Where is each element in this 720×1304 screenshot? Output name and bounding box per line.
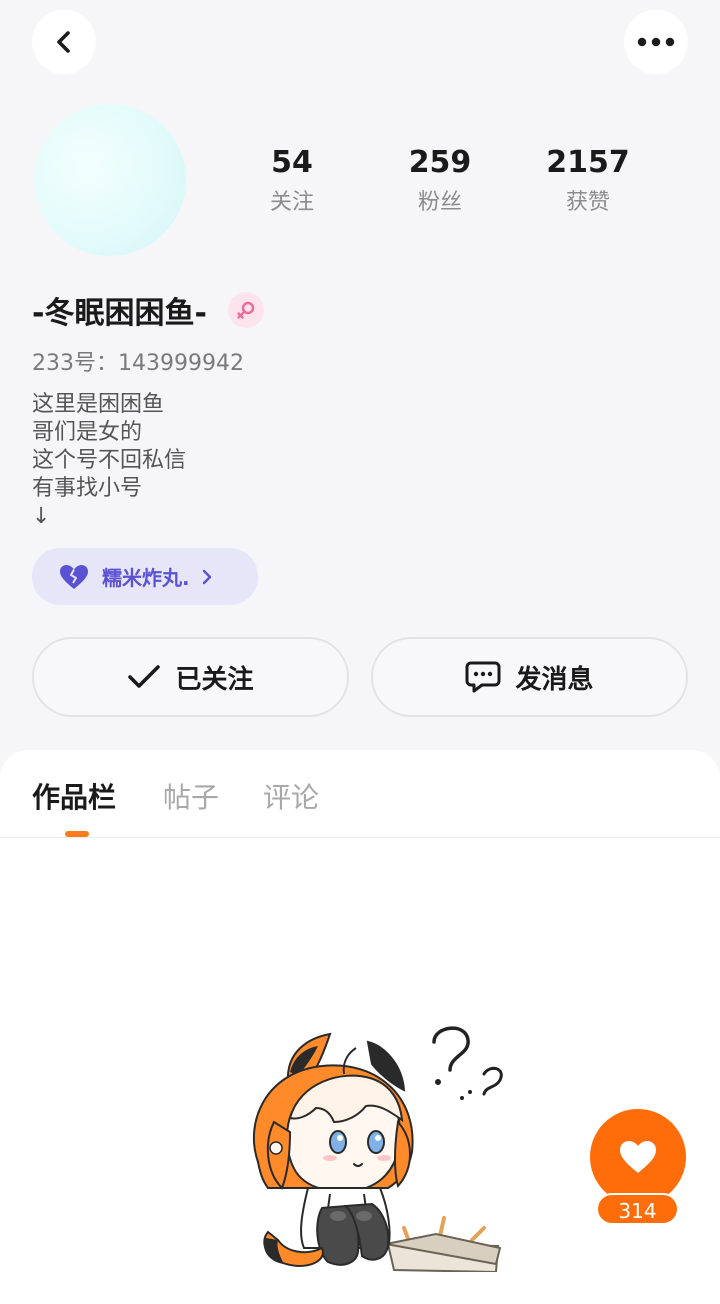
tab-comments[interactable]: 评论 (263, 776, 319, 816)
like-count-badge: 314 (596, 1193, 679, 1225)
gender-badge (228, 292, 264, 328)
stat-likes-label: 获赞 (565, 190, 610, 215)
tab-bar: 作品栏 帖子 评论 (0, 750, 720, 838)
bio-line: ↓ (32, 504, 51, 529)
stat-followers-count: 259 (408, 145, 472, 180)
group-name: 糯米炸丸. (102, 566, 190, 590)
stat-following-count: 54 (271, 145, 313, 180)
stat-following-label: 关注 (269, 190, 314, 215)
follow-label: 已关注 (175, 664, 254, 695)
more-horizontal-icon (637, 37, 675, 47)
bio-line: 这个号不回私信 (32, 448, 187, 473)
message-label: 发消息 (515, 664, 594, 695)
broken-heart-icon (60, 564, 88, 589)
avatar[interactable] (34, 104, 186, 256)
bio: 这里是困困鱼 哥们是女的 这个号不回私信 有事找小号 ↓ (32, 391, 186, 531)
female-icon (237, 301, 255, 319)
bio-line: 有事找小号 (32, 476, 143, 501)
tab-active-indicator (65, 831, 89, 837)
user-id: 233号：143999942 (32, 351, 244, 376)
empty-state-illustration (253, 1026, 503, 1272)
profile-name: -冬眠困困鱼- (32, 296, 207, 331)
stat-following[interactable]: 54 关注 (232, 146, 352, 216)
message-button[interactable]: 发消息 (371, 637, 688, 717)
chevron-left-icon (57, 31, 70, 53)
bio-line: 哥们是女的 (32, 420, 143, 445)
tab-posts[interactable]: 帖子 (163, 776, 219, 816)
back-button[interactable] (32, 10, 96, 74)
chevron-right-icon (202, 569, 211, 584)
stat-likes-count: 2157 (546, 145, 630, 180)
stat-likes[interactable]: 2157 获赞 (528, 146, 648, 216)
bio-line: 这里是困困鱼 (32, 392, 165, 417)
stat-followers-label: 粉丝 (417, 190, 462, 215)
chat-bubble-icon (465, 661, 501, 693)
more-button[interactable] (624, 10, 688, 74)
tab-works[interactable]: 作品栏 (32, 776, 116, 816)
like-fab[interactable] (590, 1109, 686, 1205)
stat-followers[interactable]: 259 粉丝 (380, 146, 500, 216)
group-link[interactable]: 糯米炸丸. (32, 548, 258, 605)
follow-button[interactable]: 已关注 (32, 637, 349, 717)
check-icon (128, 665, 161, 688)
heart-icon (620, 1141, 656, 1173)
